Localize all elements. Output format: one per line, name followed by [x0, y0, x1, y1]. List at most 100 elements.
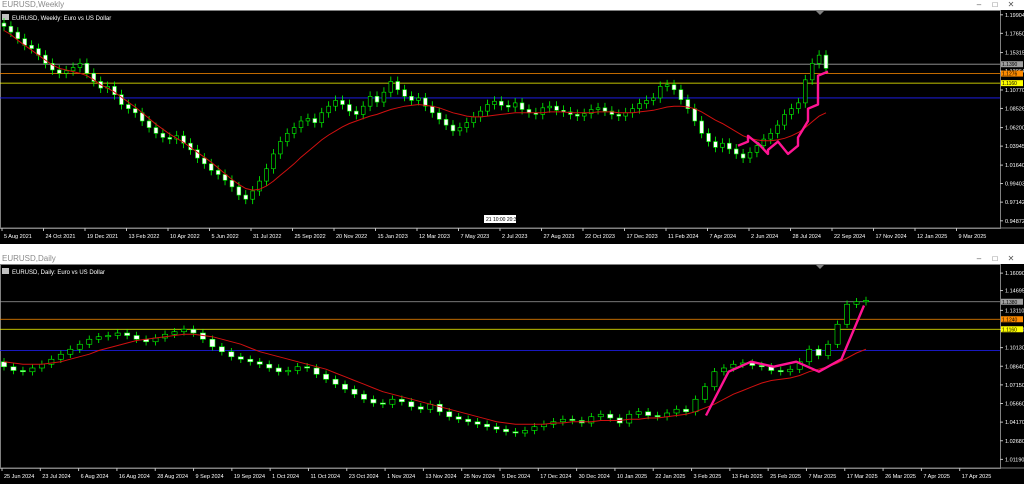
candle-body [243, 194, 248, 200]
chart-label: EURUSD, Daily: Euro vs US Dollar [12, 270, 105, 276]
candle-body [711, 371, 718, 388]
level-tag-text: 1.1160 [1002, 327, 1017, 333]
freehand-drawing [704, 305, 866, 417]
price-label: 0.94872 [1005, 219, 1024, 225]
price-label: 1.05660 [1005, 402, 1024, 408]
candle-body [57, 353, 64, 360]
close-icon[interactable]: ✕ [1004, 0, 1018, 10]
date-label: 17 Mar 2025 [847, 474, 878, 480]
candle-body [215, 170, 221, 175]
date-label: 1 Nov 2024 [387, 474, 415, 480]
weekly-title-bar: EURUSD,Weekly – □ ✕ [0, 0, 1024, 10]
candle-body [190, 328, 197, 334]
candle-body [1, 22, 7, 27]
candle-body [29, 367, 36, 373]
date-label: 27 Aug 2023 [544, 234, 575, 240]
plot-frame [0, 264, 1001, 469]
candle-body [531, 426, 538, 431]
date-label: 25 Feb 2025 [770, 474, 801, 480]
candle-body [540, 107, 545, 115]
price-label: 1.19904 [1005, 13, 1024, 19]
date-label: 13 Feb 2025 [732, 474, 763, 480]
candle-body [395, 81, 400, 91]
candle-body [493, 426, 500, 430]
candle-body [734, 148, 739, 155]
candle-body [761, 138, 767, 146]
candle-body [305, 118, 311, 122]
candle-body [492, 100, 497, 105]
maximize-icon[interactable]: □ [988, 254, 1002, 264]
price-label: 1.10130 [1005, 346, 1024, 352]
chart-shift-icon [816, 11, 824, 15]
candle-body [823, 54, 829, 69]
candle-body [519, 102, 525, 110]
daily-window-title: EURUSD,Daily [2, 254, 56, 263]
weekly-chart-window[interactable]: EURUSD,Weekly – □ ✕ EURUSD, Weekly: Euro… [0, 0, 1024, 244]
maximize-icon[interactable]: □ [988, 0, 1002, 10]
candle-body [569, 418, 576, 421]
price-label: 1.07150 [1005, 383, 1024, 389]
candle-body [209, 338, 216, 348]
freehand-drawing [737, 70, 829, 156]
candle-body [450, 124, 456, 132]
candle-body [754, 145, 760, 153]
date-label: 6 Aug 2024 [81, 474, 109, 480]
candle-body [436, 403, 443, 413]
candle-body [683, 408, 689, 413]
candle-body [699, 120, 704, 134]
candle-body [70, 67, 76, 72]
candle-body [844, 303, 850, 325]
candle-body [706, 133, 711, 142]
daily-title-bar: EURUSD,Daily – □ ✕ [0, 254, 1024, 264]
candle-body [86, 338, 93, 345]
candle-body [8, 26, 14, 33]
candle-body [126, 104, 131, 109]
candle-body [720, 142, 725, 148]
candle-body [294, 366, 301, 371]
date-label: 7 Apr 2025 [923, 474, 950, 480]
candle-body [342, 383, 348, 390]
date-label: 31 Jul 2022 [253, 234, 281, 240]
date-label: 9 Mar 2025 [959, 234, 987, 240]
candle-body [10, 366, 17, 371]
minimize-icon[interactable]: – [972, 0, 986, 10]
close-icon[interactable]: ✕ [1004, 254, 1018, 264]
candle-body [105, 335, 112, 338]
candle-body [360, 105, 366, 115]
candle-body [768, 133, 773, 140]
candle-body [834, 323, 841, 345]
candle-body [417, 406, 424, 410]
candle-body [597, 413, 604, 418]
date-label: 22 Sep 2024 [834, 234, 865, 240]
symbol-icon [2, 14, 9, 20]
date-label: 10 Jan 2025 [617, 474, 647, 480]
candle-body [526, 109, 532, 114]
candle-body [114, 332, 121, 336]
price-label: 1.02680 [1005, 439, 1024, 445]
daily-price-chart[interactable]: EURUSD, Daily: Euro vs US Dollar 1.16090 1… [0, 264, 1024, 484]
candle-body [264, 168, 269, 182]
candle-body [443, 119, 449, 126]
candle-body [367, 96, 373, 107]
candle-body [347, 104, 352, 112]
level-tag-text: 1.1390 [1002, 62, 1018, 68]
candle-body [547, 105, 552, 109]
candle-body [229, 179, 235, 188]
weekly-window-title: EURUSD,Weekly [2, 0, 65, 9]
weekly-price-chart[interactable]: EURUSD, Weekly: Euro vs US Dollar 1.19904… [0, 10, 1024, 244]
date-label: 5 Aug 2021 [4, 234, 32, 240]
candle-body [673, 408, 680, 414]
candle-body [471, 116, 476, 123]
candle-body [153, 127, 159, 134]
candle-body [595, 107, 601, 110]
date-label: 15 Jan 2023 [378, 234, 408, 240]
candle-body [777, 370, 784, 373]
symbol-icon [2, 268, 9, 274]
candle-body [671, 84, 677, 91]
minimize-icon[interactable]: – [972, 254, 986, 264]
daily-chart-window[interactable]: EURUSD,Daily – □ ✕ EURUSD, Daily: Euro v… [0, 254, 1024, 484]
date-label: 12 Jan 2025 [917, 234, 947, 240]
date-label: 25 Jun 2024 [4, 474, 34, 480]
candle-body [512, 102, 518, 108]
candle-body [57, 69, 62, 74]
